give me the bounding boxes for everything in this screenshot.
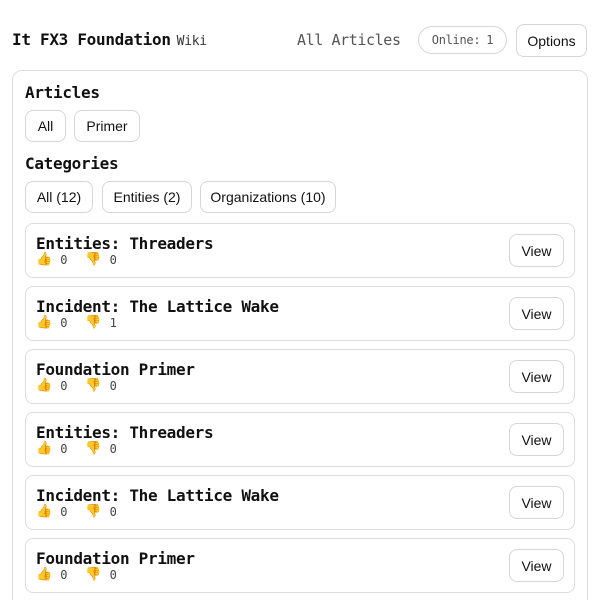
upvote-button[interactable]: 👍 0 — [36, 567, 68, 583]
top-bar: It FX3 Foundation Wiki All Articles Onlin… — [0, 0, 600, 70]
article-votes: 👍 0 👎 0 — [36, 252, 117, 268]
view-button[interactable]: View — [509, 486, 564, 519]
upvote-count: 0 — [60, 505, 68, 519]
downvote-button[interactable]: 👎 0 — [85, 378, 117, 394]
online-count: 1 — [486, 33, 494, 47]
article-votes: 👍 0 👎 1 — [36, 315, 117, 331]
downvote-button[interactable]: 👎 0 — [85, 441, 117, 457]
upvote-button[interactable]: 👍 0 — [36, 441, 68, 457]
upvote-button[interactable]: 👍 0 — [36, 315, 68, 331]
article-title: Foundation Primer — [36, 549, 195, 568]
thumbs-down-icon: 👎 — [85, 504, 102, 519]
downvote-count: 0 — [109, 253, 117, 267]
thumbs-up-icon: 👍 — [36, 441, 53, 456]
upvote-button[interactable]: 👍 0 — [36, 252, 68, 268]
upvote-count: 0 — [60, 316, 68, 330]
thumbs-down-icon: 👎 — [85, 315, 102, 330]
view-button[interactable]: View — [509, 234, 564, 267]
upvote-count: 0 — [60, 379, 68, 393]
thumbs-up-icon: 👍 — [36, 567, 53, 582]
downvote-count: 1 — [109, 316, 117, 330]
downvote-button[interactable]: 👎 0 — [85, 252, 117, 268]
upvote-button[interactable]: 👍 0 — [36, 378, 68, 394]
all-articles-link[interactable]: All Articles — [297, 31, 401, 49]
category-filter-entities[interactable]: Entities (2) — [102, 181, 192, 213]
article-votes: 👍 0 👎 0 — [36, 441, 117, 457]
upvote-count: 0 — [60, 442, 68, 456]
thumbs-down-icon: 👎 — [85, 441, 102, 456]
thumbs-down-icon: 👎 — [85, 567, 102, 582]
downvote-button[interactable]: 👎 1 — [85, 315, 117, 331]
article-votes: 👍 0 👎 0 — [36, 567, 117, 583]
article-card: Entities: Threaders 👍 0 👎 0 View — [25, 412, 575, 467]
articles-heading: Articles — [25, 83, 100, 102]
article-votes: 👍 0 👎 0 — [36, 504, 117, 520]
thumbs-up-icon: 👍 — [36, 252, 53, 267]
articles-filter-primer[interactable]: Primer — [74, 110, 140, 142]
article-votes: 👍 0 👎 0 — [36, 378, 117, 394]
downvote-button[interactable]: 👎 0 — [85, 504, 117, 520]
view-button[interactable]: View — [509, 549, 564, 582]
site-subtitle: Wiki — [176, 34, 207, 49]
articles-filter-all[interactable]: All — [25, 110, 66, 142]
thumbs-down-icon: 👎 — [85, 378, 102, 393]
article-title: Entities: Threaders — [36, 234, 214, 253]
downvote-count: 0 — [109, 379, 117, 393]
article-card: Foundation Primer 👍 0 👎 0 View — [25, 538, 575, 593]
article-card: Entities: Threaders 👍 0 👎 0 View — [25, 223, 575, 278]
article-title: Entities: Threaders — [36, 423, 214, 442]
downvote-count: 0 — [109, 442, 117, 456]
upvote-count: 0 — [60, 253, 68, 267]
thumbs-down-icon: 👎 — [85, 252, 102, 267]
upvote-count: 0 — [60, 568, 68, 582]
article-card: Incident: The Lattice Wake 👍 0 👎 0 View — [25, 475, 575, 530]
downvote-button[interactable]: 👎 0 — [85, 567, 117, 583]
view-button[interactable]: View — [509, 297, 564, 330]
thumbs-up-icon: 👍 — [36, 504, 53, 519]
article-card: Incident: The Lattice Wake 👍 0 👎 1 View — [25, 286, 575, 341]
view-button[interactable]: View — [509, 423, 564, 456]
article-title: Foundation Primer — [36, 360, 195, 379]
options-button[interactable]: Options — [516, 24, 587, 57]
downvote-count: 0 — [109, 505, 117, 519]
online-status-badge: Online: 1 — [418, 26, 507, 54]
categories-heading: Categories — [25, 154, 119, 173]
site-title: It FX3 Foundation Wiki — [12, 30, 207, 49]
online-label: Online: — [431, 33, 481, 47]
article-card: Foundation Primer 👍 0 👎 0 View — [25, 349, 575, 404]
upvote-button[interactable]: 👍 0 — [36, 504, 68, 520]
article-title: Incident: The Lattice Wake — [36, 486, 279, 505]
site-title-text: It FX3 Foundation — [12, 30, 171, 49]
thumbs-up-icon: 👍 — [36, 378, 53, 393]
category-filter-organizations[interactable]: Organizations (10) — [200, 181, 336, 213]
category-filter-all[interactable]: All (12) — [25, 181, 93, 213]
downvote-count: 0 — [109, 568, 117, 582]
article-title: Incident: The Lattice Wake — [36, 297, 279, 316]
thumbs-up-icon: 👍 — [36, 315, 53, 330]
view-button[interactable]: View — [509, 360, 564, 393]
